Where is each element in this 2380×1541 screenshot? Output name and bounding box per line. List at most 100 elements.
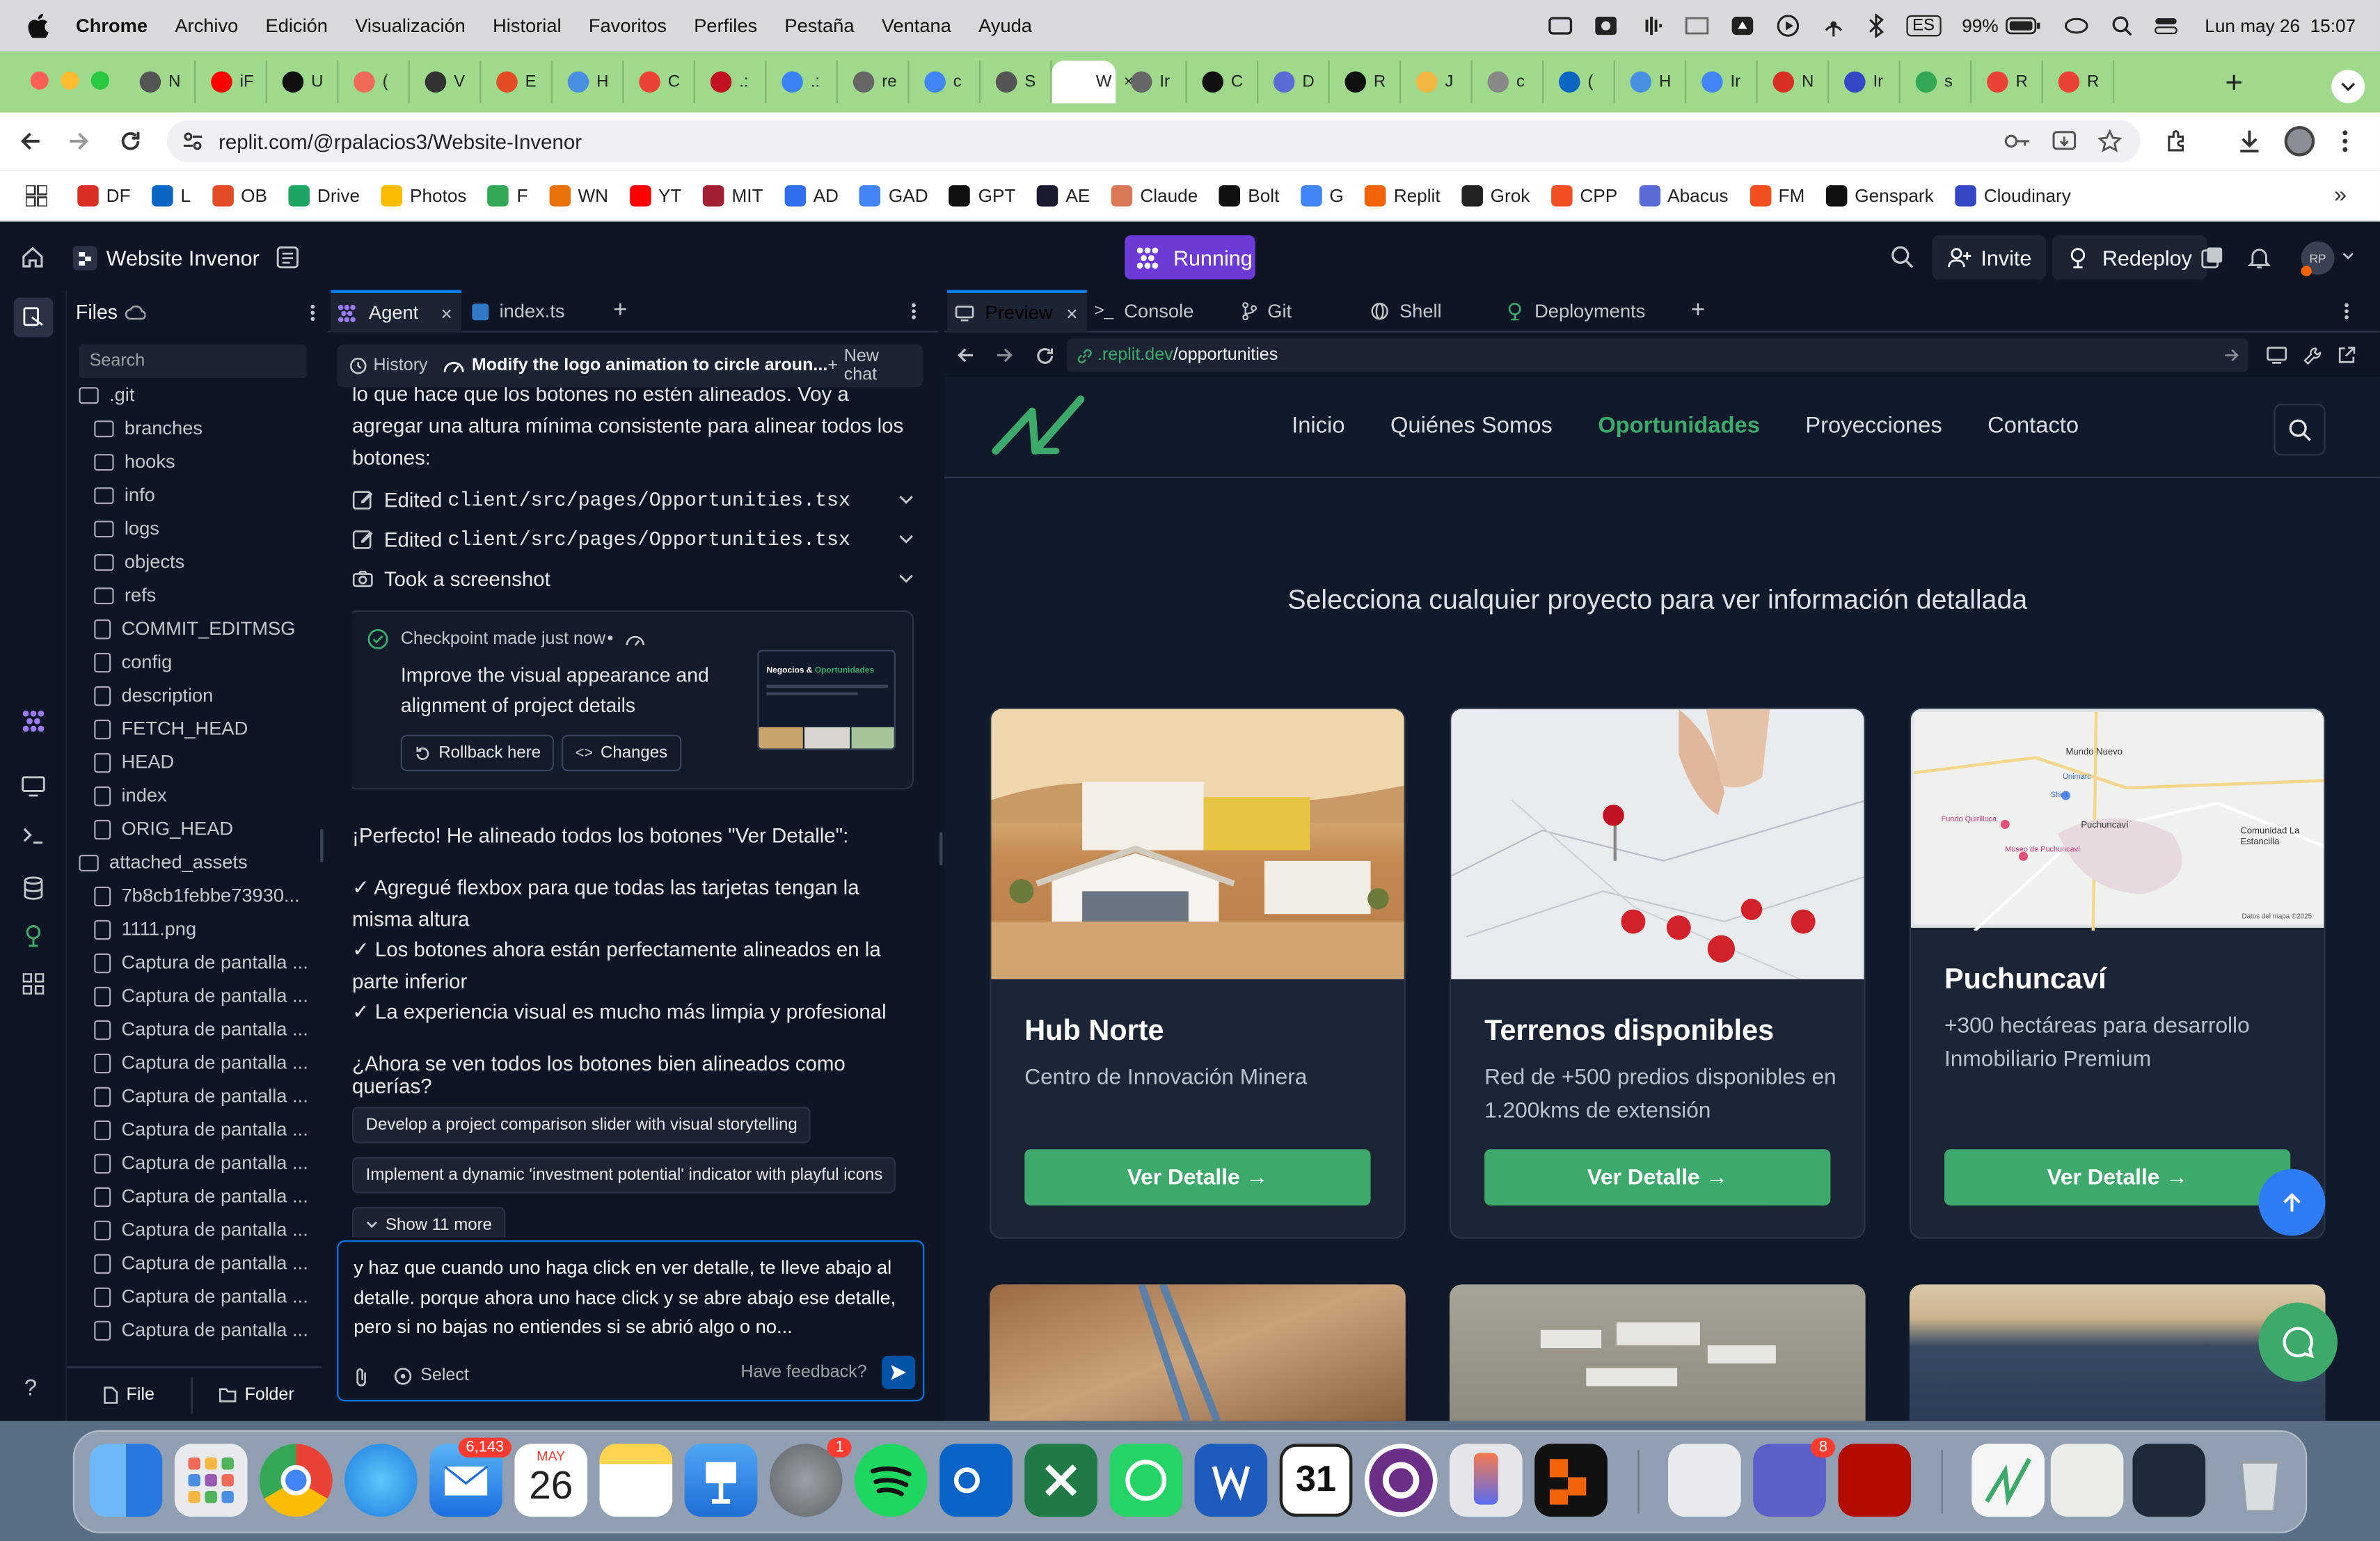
notifications-bell-icon[interactable] bbox=[2248, 246, 2271, 269]
tab-search-chevron-icon[interactable] bbox=[2331, 70, 2365, 104]
file-tree-file[interactable]: COMMIT_EDITMSG bbox=[79, 612, 306, 645]
devtools-wrench-icon[interactable] bbox=[2303, 345, 2322, 365]
menu-edicion[interactable]: Edición bbox=[266, 15, 328, 37]
minimize-window-button[interactable] bbox=[61, 71, 79, 90]
tab-preview[interactable]: Preview × bbox=[947, 290, 1087, 333]
site-settings-icon[interactable] bbox=[182, 131, 204, 152]
launchpad-icon[interactable] bbox=[174, 1444, 248, 1517]
browser-tab[interactable]: U bbox=[267, 61, 339, 104]
project-info-icon[interactable] bbox=[276, 246, 299, 269]
browser-tab[interactable]: .: bbox=[766, 61, 838, 104]
browser-tab[interactable]: H bbox=[553, 61, 624, 104]
orange-app-icon[interactable] bbox=[1534, 1444, 1608, 1517]
agent-tool-icon[interactable] bbox=[22, 709, 46, 734]
all-tools-icon[interactable] bbox=[22, 973, 45, 995]
site-logo-icon[interactable] bbox=[990, 393, 1090, 460]
password-key-icon[interactable] bbox=[2004, 132, 2031, 150]
spotlight-search-icon[interactable] bbox=[2111, 15, 2132, 37]
menu-app-name[interactable]: Chrome bbox=[76, 15, 148, 37]
agent-panel-menu-icon[interactable] bbox=[911, 302, 917, 320]
file-tree-folder[interactable]: logs bbox=[79, 512, 306, 545]
nav-oportunidades[interactable]: Oportunidades bbox=[1598, 413, 1760, 438]
spotify-icon[interactable] bbox=[854, 1444, 928, 1517]
file-tree-file[interactable]: config bbox=[79, 645, 306, 679]
browser-tab[interactable]: H bbox=[1615, 61, 1687, 104]
file-tree-file[interactable]: HEAD bbox=[79, 745, 306, 779]
word-icon[interactable] bbox=[1194, 1444, 1268, 1517]
file-tree-file[interactable]: Captura de pantalla ... bbox=[79, 946, 307, 979]
bookmark-item[interactable]: F bbox=[488, 184, 527, 206]
file-tree-file[interactable]: Captura de pantalla ... bbox=[79, 1280, 307, 1313]
menu-historial[interactable]: Historial bbox=[493, 15, 561, 37]
file-tree-file[interactable]: 1111.png bbox=[79, 912, 306, 946]
control-center-icon[interactable] bbox=[2153, 15, 2177, 37]
help-icon[interactable]: ? bbox=[24, 1375, 37, 1401]
status-display-icon[interactable] bbox=[1685, 15, 1709, 37]
bookmark-item[interactable]: G bbox=[1300, 184, 1344, 206]
zoom-window-button[interactable] bbox=[90, 71, 110, 90]
preview-app-icon[interactable] bbox=[1668, 1444, 1741, 1517]
bookmark-item[interactable]: AD bbox=[784, 184, 839, 206]
file-tree-file[interactable]: FETCH_HEAD bbox=[79, 712, 306, 745]
panel-divider[interactable] bbox=[320, 828, 324, 862]
feedback-link[interactable]: Have feedback? bbox=[740, 1364, 866, 1382]
bookmark-item[interactable]: Photos bbox=[381, 184, 466, 206]
bookmark-item[interactable]: GPT bbox=[949, 184, 1015, 206]
url-text[interactable]: replit.com/@rpalacios3/Website-Invenor bbox=[219, 129, 582, 152]
file-tree-file[interactable]: Captura de pantalla ... bbox=[79, 1247, 307, 1280]
notes-icon[interactable] bbox=[599, 1444, 673, 1517]
status-audio-icon[interactable] bbox=[1639, 15, 1663, 37]
file-tree-file[interactable]: Captura de pantalla ... bbox=[79, 1146, 307, 1180]
close-window-button[interactable] bbox=[30, 71, 49, 90]
bookmark-item[interactable]: GAD bbox=[859, 184, 928, 206]
thread-title[interactable]: Modify the logo animation to circle arou… bbox=[472, 357, 827, 375]
close-tab-preview-icon[interactable]: × bbox=[1066, 301, 1078, 324]
bookmark-item[interactable]: Cloudinary bbox=[1955, 184, 2071, 206]
calendar-31-icon[interactable]: 31 bbox=[1279, 1444, 1353, 1517]
calendar-icon[interactable]: MAY 26 bbox=[514, 1444, 588, 1517]
database-tool-icon[interactable] bbox=[23, 876, 45, 901]
circle-app-icon[interactable] bbox=[1364, 1444, 1438, 1517]
file-tree-file[interactable]: Captura de pantalla ... bbox=[79, 1080, 307, 1113]
new-chat-button[interactable]: New chat bbox=[844, 348, 911, 384]
chrome-menu-icon[interactable] bbox=[2340, 129, 2349, 153]
new-folder-button[interactable]: Folder bbox=[193, 1376, 320, 1412]
expand-chevron-icon[interactable] bbox=[898, 535, 914, 544]
browser-tab[interactable]: ( bbox=[1544, 61, 1615, 104]
preview-back-icon[interactable] bbox=[956, 346, 974, 364]
file-tree-folder[interactable]: branches bbox=[79, 411, 306, 445]
status-camera-icon[interactable] bbox=[1594, 15, 1618, 37]
file-tree-file[interactable]: Captura de pantalla ... bbox=[79, 1013, 307, 1046]
file-tree-file[interactable]: description bbox=[79, 679, 306, 712]
bluetooth-icon[interactable] bbox=[1867, 13, 1885, 38]
browser-tab[interactable]: c bbox=[909, 61, 981, 104]
screen-mirror-icon[interactable] bbox=[2062, 15, 2089, 37]
select-button[interactable]: Select bbox=[420, 1366, 469, 1384]
status-play-icon[interactable] bbox=[1776, 14, 1800, 38]
status-podcast-icon[interactable] bbox=[1821, 14, 1846, 38]
home-icon[interactable] bbox=[22, 246, 45, 269]
excel-icon[interactable] bbox=[1024, 1444, 1097, 1517]
apple-icon[interactable] bbox=[27, 13, 49, 38]
browser-tab[interactable]: E bbox=[481, 61, 553, 104]
tab-console[interactable]: >_ Console bbox=[1095, 290, 1194, 333]
browser-tab-active[interactable]: W × bbox=[1052, 61, 1134, 104]
bookmark-item[interactable]: MIT bbox=[703, 184, 763, 206]
file-tree-folder[interactable]: attached_assets bbox=[79, 846, 306, 879]
menu-ayuda[interactable]: Ayuda bbox=[978, 15, 1032, 37]
reload-icon[interactable] bbox=[118, 129, 143, 153]
recent-document-2[interactable] bbox=[2132, 1444, 2206, 1517]
expand-chevron-icon[interactable] bbox=[898, 495, 914, 505]
action-edited-1[interactable]: Edited client/src/pages/Opportunities.ts… bbox=[352, 480, 914, 519]
bookmark-item[interactable]: CPP bbox=[1550, 184, 1617, 206]
chrome-icon[interactable] bbox=[259, 1444, 333, 1517]
browser-tab[interactable]: Ir bbox=[1116, 61, 1187, 104]
ver-detalle-button[interactable]: Ver Detalle → bbox=[1484, 1149, 1831, 1206]
bookmark-item[interactable]: Replit bbox=[1365, 184, 1441, 206]
menu-favoritos[interactable]: Favoritos bbox=[589, 15, 667, 37]
teams-icon[interactable]: 8 bbox=[1753, 1437, 1835, 1517]
tab-agent[interactable]: Agent × bbox=[331, 290, 462, 333]
action-edited-2[interactable]: Edited client/src/pages/Opportunities.ts… bbox=[352, 519, 914, 559]
preview-reload-icon[interactable] bbox=[1036, 345, 1055, 365]
menu-visualizacion[interactable]: Visualización bbox=[355, 15, 466, 37]
